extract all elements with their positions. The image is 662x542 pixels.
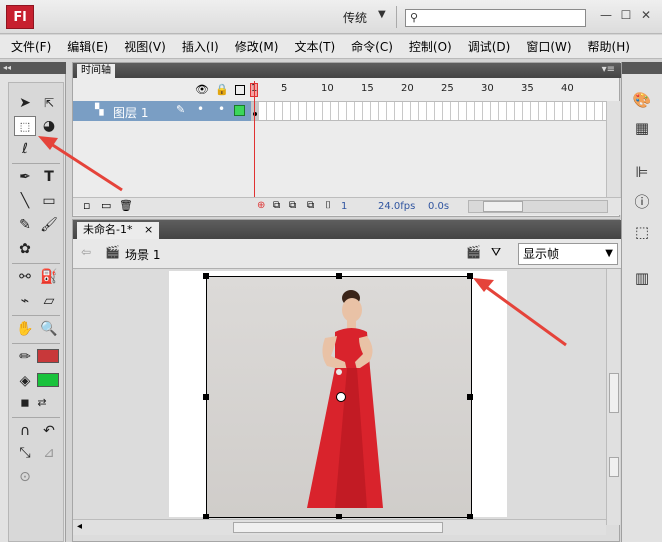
arrow-to-free-transform: [47, 140, 123, 192]
arrow-to-handle: [481, 282, 567, 347]
annotation-arrows: [38, 136, 567, 347]
